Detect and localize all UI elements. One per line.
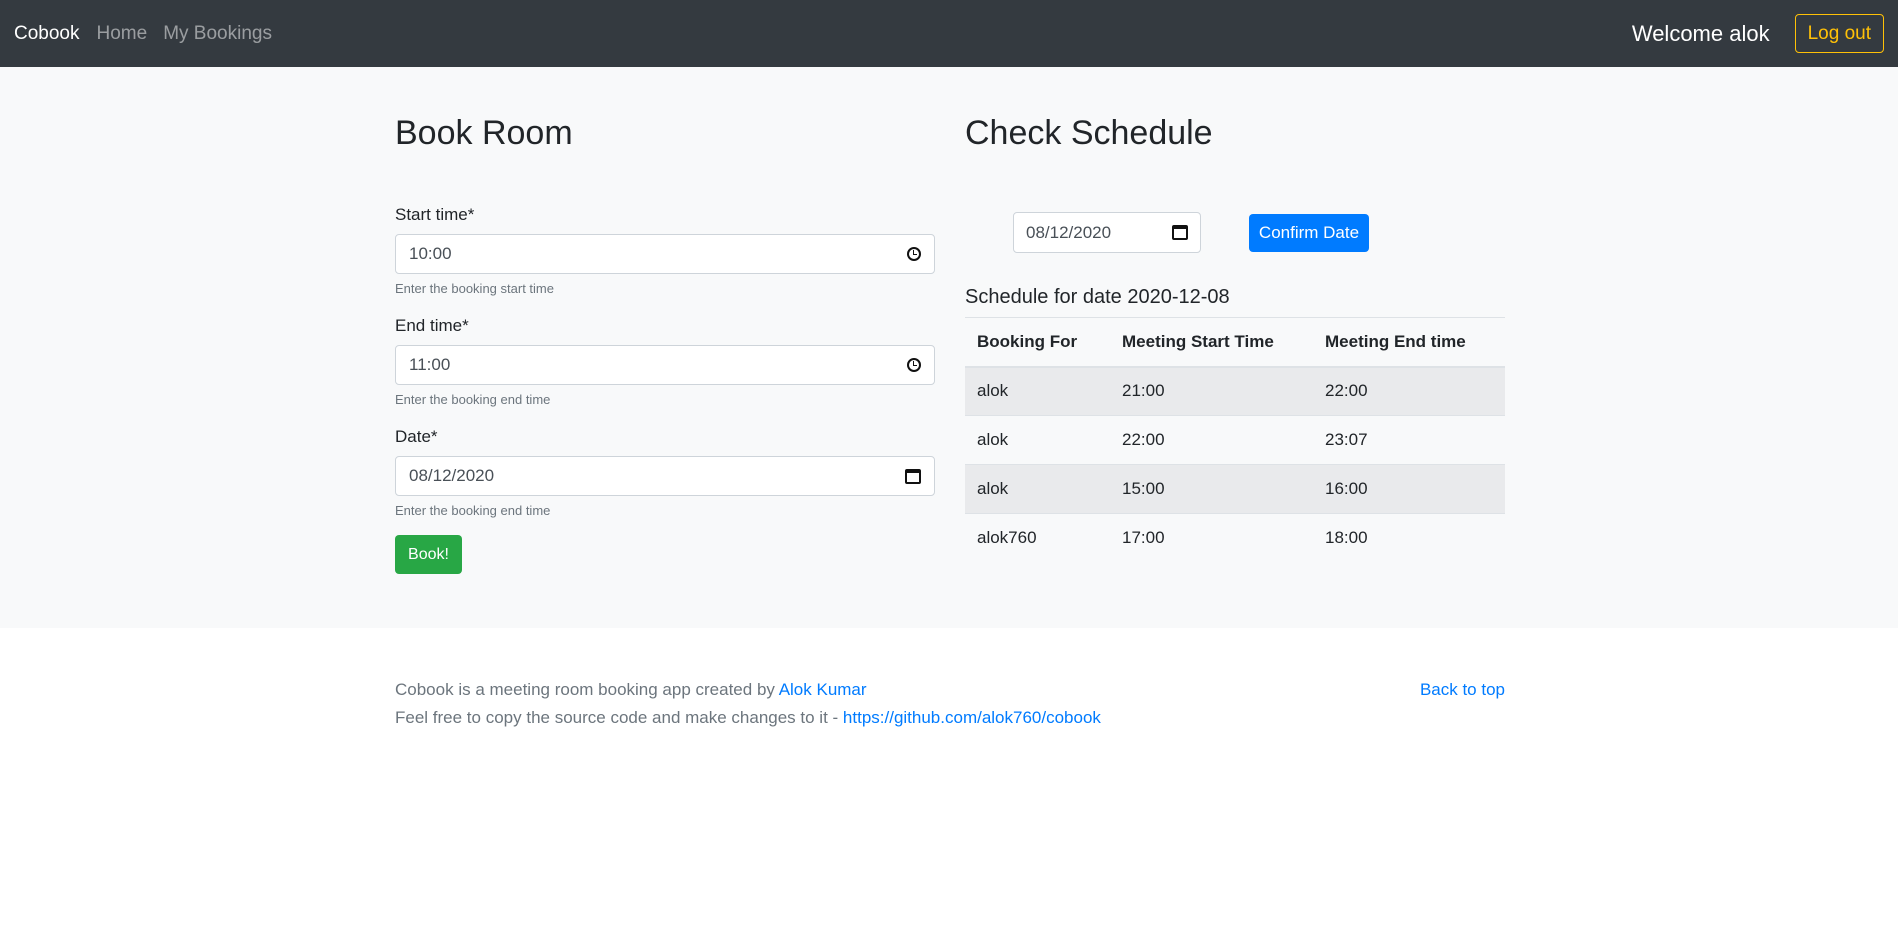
back-to-top-link[interactable]: Back to top bbox=[1420, 676, 1505, 704]
table-cell: 18:00 bbox=[1313, 513, 1505, 563]
table-cell: alok bbox=[965, 415, 1110, 465]
logout-button[interactable]: Log out bbox=[1794, 14, 1884, 53]
footer-line-2: Feel free to copy the source code and ma… bbox=[395, 704, 1101, 732]
calendar-icon[interactable] bbox=[905, 468, 921, 484]
book-button[interactable]: Book! bbox=[395, 535, 462, 574]
column-header: Booking For bbox=[965, 317, 1110, 368]
table-row: alok 21:00 22:00 bbox=[965, 366, 1505, 416]
start-time-value: 10:00 bbox=[409, 244, 452, 263]
brand-link[interactable]: Cobook bbox=[14, 23, 80, 45]
welcome-text: Welcome alok bbox=[1631, 20, 1770, 46]
table-cell: 23:07 bbox=[1313, 415, 1505, 465]
end-time-value: 11:00 bbox=[409, 355, 451, 374]
confirm-date-button[interactable]: Confirm Date bbox=[1249, 214, 1369, 252]
calendar-icon[interactable] bbox=[1172, 225, 1188, 240]
table-cell: 17:00 bbox=[1110, 513, 1313, 563]
footer: Cobook is a meeting room booking app cre… bbox=[0, 628, 1898, 942]
table-row: alok760 17:00 18:00 bbox=[965, 513, 1505, 563]
date-help: Enter the booking end time bbox=[395, 503, 551, 518]
table-cell: 15:00 bbox=[1110, 464, 1313, 514]
end-time-help: Enter the booking end time bbox=[395, 392, 551, 407]
date-group: Date* 08/12/2020 Enter the booking end t… bbox=[395, 427, 935, 518]
clock-icon[interactable] bbox=[907, 358, 921, 372]
date-label: Date* bbox=[395, 427, 438, 446]
end-time-group: End time* 11:00 Enter the booking end ti… bbox=[395, 316, 935, 407]
start-time-group: Start time* 10:00 Enter the booking star… bbox=[395, 205, 935, 296]
nav-link-home[interactable]: Home bbox=[97, 23, 148, 45]
table-header-row: Booking For Meeting Start Time Meeting E… bbox=[965, 317, 1505, 368]
main-section: Book Room Start time* 10:00 Enter the bo… bbox=[0, 67, 1898, 628]
table-cell: 22:00 bbox=[1110, 415, 1313, 465]
column-header: Meeting End time bbox=[1313, 317, 1505, 368]
date-value: 08/12/2020 bbox=[409, 466, 495, 485]
start-time-label: Start time* bbox=[395, 205, 475, 224]
navbar-right: Welcome alok Log out bbox=[1632, 14, 1884, 53]
end-time-input[interactable]: 11:00 bbox=[395, 345, 935, 385]
table-row: alok 22:00 23:07 bbox=[965, 415, 1505, 465]
clock-icon[interactable] bbox=[907, 247, 921, 261]
schedule-table: Booking For Meeting Start Time Meeting E… bbox=[965, 317, 1505, 563]
check-schedule-title: Check Schedule bbox=[965, 114, 1213, 152]
table-cell: alok bbox=[965, 366, 1110, 416]
date-input[interactable]: 08/12/2020 bbox=[395, 456, 935, 496]
author-link[interactable]: Alok Kumar bbox=[779, 680, 867, 699]
schedule-date-input[interactable]: 08/12/2020 bbox=[1013, 212, 1201, 253]
footer-text: Cobook is a meeting room booking app cre… bbox=[395, 676, 1101, 732]
footer-source-text: Feel free to copy the source code and ma… bbox=[395, 708, 843, 727]
table-row: alok 15:00 16:00 bbox=[965, 464, 1505, 514]
start-time-help: Enter the booking start time bbox=[395, 281, 554, 296]
nav-link-my-bookings[interactable]: My Bookings bbox=[163, 23, 272, 45]
table-cell: alok760 bbox=[965, 513, 1110, 563]
table-cell: 22:00 bbox=[1313, 366, 1505, 416]
table-cell: 16:00 bbox=[1313, 464, 1505, 514]
table-cell: 21:00 bbox=[1110, 366, 1313, 416]
end-time-label: End time* bbox=[395, 316, 469, 335]
table-cell: alok bbox=[965, 464, 1110, 514]
navbar: Cobook Home My Bookings Welcome alok Log… bbox=[0, 0, 1898, 67]
footer-credit-text: Cobook is a meeting room booking app cre… bbox=[395, 680, 779, 699]
schedule-date-value: 08/12/2020 bbox=[1026, 222, 1112, 242]
footer-line-1: Cobook is a meeting room booking app cre… bbox=[395, 676, 1101, 704]
repo-link[interactable]: https://github.com/alok760/cobook bbox=[843, 708, 1101, 727]
book-room-title: Book Room bbox=[395, 114, 573, 152]
column-header: Meeting Start Time bbox=[1110, 317, 1313, 368]
start-time-input[interactable]: 10:00 bbox=[395, 234, 935, 274]
schedule-title: Schedule for date 2020-12-08 bbox=[965, 286, 1230, 308]
